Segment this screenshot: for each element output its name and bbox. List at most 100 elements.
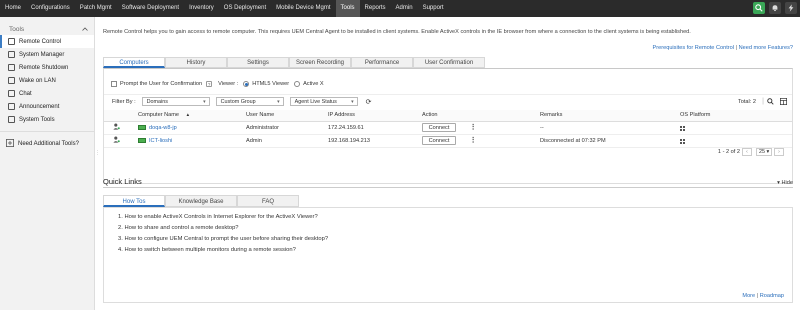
nav-reports[interactable]: Reports [360,0,391,17]
quick-links-divider [103,187,793,188]
tab-performance[interactable]: Performance [351,57,413,68]
search-icon[interactable] [753,2,765,14]
next-page-button[interactable]: › [774,148,784,156]
quick-links-tabs: How Tos Knowledge Base FAQ [103,195,299,207]
sidebar-item-remote-shutdown[interactable]: Remote Shutdown [0,61,94,74]
custom-group-select[interactable]: Custom Group ▾ [215,97,284,106]
bell-icon[interactable] [769,2,781,14]
nav-patch-mgmt[interactable]: Patch Mgmt [75,0,117,17]
filter-row: Filter By : Domains ▾ Custom Group ▾ Age… [104,94,792,108]
ip-address-cell: 172.24.159.61 [328,121,422,135]
tab-history[interactable]: History [165,57,227,68]
more-options-icon[interactable]: ⋮ [470,123,477,131]
need-additional-tools-link[interactable]: Need Additional Tools? [0,137,94,151]
per-page-select[interactable]: 25 ▾ [756,148,772,156]
prev-page-button[interactable]: ‹ [742,148,752,156]
html5-viewer-radio[interactable] [243,81,250,87]
tab-faq[interactable]: FAQ [237,195,299,207]
computer-icon [138,137,146,143]
sidebar-item-system-manager[interactable]: System Manager [0,48,94,61]
how-to-link[interactable]: 1. How to enable ActiveX Controls in Int… [118,212,328,223]
sidebar-collapse-handle[interactable]: ⋮ [95,150,100,162]
nav-inventory[interactable]: Inventory [184,0,219,17]
column-chooser-icon[interactable] [780,98,787,107]
nav-mobile-device-mgmt[interactable]: Mobile Device Mgmt [271,0,335,17]
add-tools-icon [6,139,14,149]
more-options-icon[interactable]: ⋮ [470,136,477,144]
nav-configurations[interactable]: Configurations [26,0,75,17]
table-header-computer-name[interactable]: Computer Name ▲ [138,110,246,122]
computer-name-link[interactable]: doqa-w8-jp [149,125,177,131]
need-more-features-link[interactable]: Need more Features? [739,45,793,51]
nav-tools[interactable]: Tools [335,0,360,17]
table-header-remarks[interactable]: Remarks [540,110,680,122]
connect-button[interactable]: Connect [422,136,456,145]
agent-status-select[interactable]: Agent Live Status ▾ [289,97,358,106]
tab-computers[interactable]: Computers [103,57,165,68]
filter-by-label: Filter By : [112,98,136,105]
user-name-cell: Administrator [246,121,328,135]
table-header-user-name[interactable]: User Name [246,110,328,122]
divider-icon: | [762,98,764,105]
sidebar-item-label: Remote Control [19,38,62,45]
nav-os-deployment[interactable]: OS Deployment [219,0,271,17]
tab-knowledge-base[interactable]: Knowledge Base [165,195,237,207]
sidebar: Tools Remote Control System Manager Remo… [0,17,95,310]
os-platform-cell [680,121,792,135]
prompt-user-label: Prompt the User for Confirmation [120,81,203,87]
domains-select[interactable]: Domains ▾ [141,97,210,106]
intro-text: Remote Control helps you to gain access … [103,29,691,35]
table-header-os-platform[interactable]: OS Platform [680,110,792,122]
sidebar-item-system-tools[interactable]: System Tools [0,113,94,126]
sort-up-icon: ▲ [185,112,191,118]
tools-icon [8,116,15,123]
sidebar-item-announcement[interactable]: Announcement [0,100,94,113]
computer-name-cell: doqa-w8-jp [138,121,246,135]
how-to-link[interactable]: 3. How to configure UEM Central to promp… [118,234,328,245]
activex-radio[interactable] [294,81,301,87]
chevron-down-icon: ▾ [277,99,280,105]
how-to-link[interactable]: 2. How to share and control a remote des… [118,223,328,234]
chat-icon [8,90,15,97]
agent-status-select-value: Agent Live Status [294,99,337,105]
lightning-icon[interactable] [785,2,797,14]
table-row: doqa-w8-jp Administrator 172.24.159.61 C… [104,121,792,135]
connect-button[interactable]: Connect [422,123,456,132]
user-status-icon [104,121,138,135]
table-row: ICT-lioshi Admin 192.168.194.213 Connect… [104,134,792,148]
refresh-icon[interactable]: ⟳ [366,98,372,106]
tab-screen-recording[interactable]: Screen Recording [289,57,351,68]
chevron-down-icon: ▾ [351,99,354,105]
options-row: Prompt the User for Confirmation ? Viewe… [111,81,324,87]
computer-icon [138,124,146,130]
sidebar-item-label: Remote Shutdown [19,64,69,71]
sidebar-item-label: Wake on LAN [19,77,56,84]
more-link[interactable]: More [742,293,755,299]
how-to-link[interactable]: 4. How to switch between multiple monito… [118,245,328,256]
computers-table: Computer Name ▲ User Name IP Address Act… [104,110,792,148]
hide-quick-links-toggle[interactable]: ▾ Hide [777,180,793,186]
sidebar-item-remote-control[interactable]: Remote Control [0,35,94,48]
tab-how-tos[interactable]: How Tos [103,195,165,207]
nav-admin[interactable]: Admin [391,0,418,17]
chevron-up-icon[interactable] [82,27,88,33]
prompt-user-checkbox[interactable] [111,81,117,87]
sidebar-item-chat[interactable]: Chat [0,87,94,100]
table-header-ip-address[interactable]: IP Address [328,110,422,122]
tab-user-confirmation[interactable]: User Confirmation [413,57,485,68]
sidebar-item-wake-on-lan[interactable]: Wake on LAN [0,74,94,87]
roadmap-link[interactable]: Roadmap [760,293,784,299]
more-links: More | Roadmap [742,293,784,299]
nav-home[interactable]: Home [0,0,26,17]
link-separator: | [756,293,759,299]
ip-address-cell: 192.168.194.213 [328,134,422,148]
tab-settings[interactable]: Settings [227,57,289,68]
table-search-icon[interactable] [767,98,774,107]
total-count: Total: 2 [737,99,756,105]
nav-support[interactable]: Support [418,0,449,17]
help-icon[interactable]: ? [206,81,213,87]
remarks-cell: Disconnected at 07:32 PM [540,134,680,148]
nav-software-deployment[interactable]: Software Deployment [117,0,184,17]
prereq-link[interactable]: Prerequisites for Remote Control [653,45,734,51]
computer-name-link[interactable]: ICT-lioshi [149,138,172,144]
